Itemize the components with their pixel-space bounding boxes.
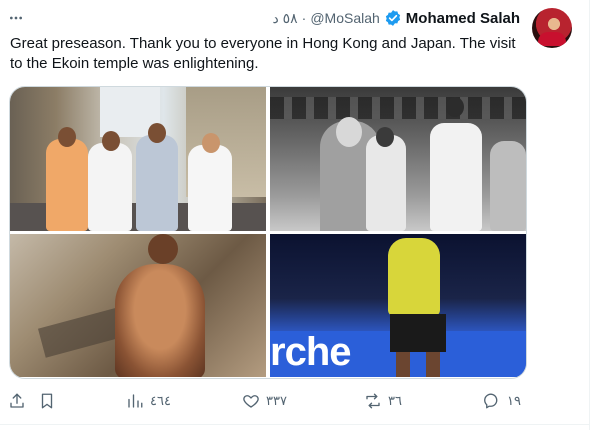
tweet-actions: ٤٦٤ ٣٣٧ ٣٦ ١٩ bbox=[0, 386, 592, 416]
column-divider bbox=[589, 0, 590, 430]
verified-icon bbox=[384, 9, 402, 27]
reply-icon bbox=[484, 393, 498, 409]
views-button[interactable]: ٤٦٤ bbox=[126, 386, 171, 416]
photo-training-pitch[interactable]: rche bbox=[270, 234, 526, 377]
tweet-text: Great preseason. Thank you to everyone i… bbox=[10, 35, 516, 72]
bookmark-button[interactable] bbox=[38, 386, 56, 416]
repost-button[interactable]: ٣٦ bbox=[364, 386, 402, 416]
share-button[interactable] bbox=[8, 386, 26, 416]
likes-count: ٣٣٧ bbox=[266, 393, 287, 408]
avatar[interactable] bbox=[532, 8, 572, 48]
like-icon bbox=[243, 395, 259, 408]
share-icon bbox=[10, 393, 24, 408]
repost-icon bbox=[366, 393, 380, 409]
author-name[interactable]: Mohamed Salah bbox=[406, 10, 520, 27]
reply-button[interactable]: ١٩ bbox=[483, 386, 521, 416]
separator-dot: · bbox=[301, 10, 307, 26]
author-handle[interactable]: @MoSalah bbox=[310, 10, 379, 26]
replies-count: ١٩ bbox=[507, 393, 521, 408]
media-grid: rche bbox=[9, 86, 527, 379]
views-icon bbox=[128, 394, 143, 408]
banner-text: rche bbox=[270, 330, 351, 374]
views-count: ٤٦٤ bbox=[150, 393, 171, 408]
more-icon bbox=[10, 16, 22, 20]
photo-training-shirtless[interactable] bbox=[10, 234, 266, 377]
like-button[interactable]: ٣٣٧ bbox=[242, 386, 287, 416]
tweet-header: ٥٨ د · @MoSalah Mohamed Salah bbox=[272, 6, 520, 30]
photo-street-group[interactable] bbox=[10, 87, 266, 231]
tweet-time[interactable]: ٥٨ د bbox=[272, 10, 297, 27]
more-options-button[interactable] bbox=[8, 10, 28, 24]
bookmark-icon bbox=[41, 393, 53, 409]
photo-temple-visit[interactable] bbox=[270, 87, 526, 231]
bottom-divider bbox=[0, 424, 590, 425]
reposts-count: ٣٦ bbox=[388, 393, 402, 408]
